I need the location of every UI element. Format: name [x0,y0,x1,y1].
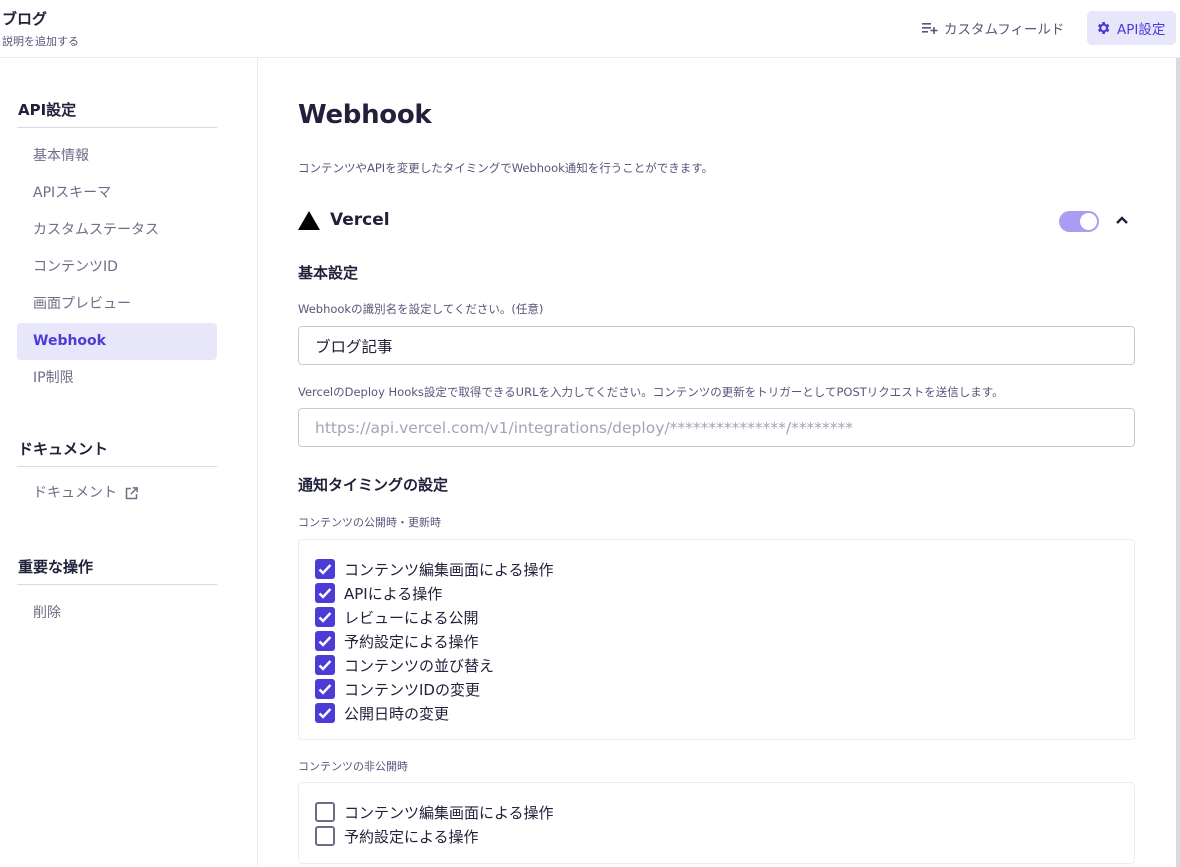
api-settings-button[interactable]: API設定 [1087,11,1176,45]
checkbox-row[interactable]: APIによる操作 [315,581,1118,605]
sidebar-section-docs: ドキュメント ドキュメント [17,431,217,512]
sidebar-heading-api: API設定 [17,92,217,128]
main-content: Webhook コンテンツやAPIを変更したタイミングでWebhook通知を行う… [258,58,1176,867]
deploy-url-label: VercelのDeploy Hooks設定で取得できるURLを入力してください。… [298,385,1004,399]
add-description-link[interactable]: 説明を追加する [2,33,79,49]
checkbox-label: 公開日時の変更 [344,704,450,723]
sidebar-item-label: IP制限 [33,370,74,386]
checkbox-row[interactable]: コンテンツ編集画面による操作 [315,557,1118,581]
sidebar-section-danger: 重要な操作 削除 [17,549,217,632]
checkbox-checked[interactable] [315,679,335,699]
app-title: ブログ [2,10,48,28]
checkbox-row[interactable]: 公開日時の変更 [315,701,1118,725]
page-title: Webhook [298,100,432,130]
sidebar-item-label: コンテンツID [33,259,118,275]
gear-icon [1098,22,1110,34]
checkbox-row[interactable]: 予約設定による操作 [315,629,1118,653]
checkbox-row[interactable]: コンテンツ編集画面による操作 [315,800,1118,824]
sidebar-item-screen-preview[interactable]: 画面プレビュー [17,286,217,323]
check-icon [318,564,332,575]
checkbox-unchecked[interactable] [315,826,335,846]
sidebar-item-label: 画面プレビュー [33,296,131,312]
checkbox-checked[interactable] [315,607,335,627]
checkbox-checked[interactable] [315,583,335,603]
sidebar-item-documents[interactable]: ドキュメント [17,475,217,512]
unpublish-timing-label: コンテンツの非公開時 [298,760,408,773]
checkbox-unchecked[interactable] [315,802,335,822]
checkbox-checked[interactable] [315,559,335,579]
external-link-icon [125,487,138,500]
sidebar-item-label: ドキュメント [33,485,117,501]
checkbox-label: 予約設定による操作 [344,632,479,651]
chevron-up-icon[interactable] [1115,215,1129,225]
playlist-add-icon [922,23,938,34]
checkbox-label: 予約設定による操作 [344,827,479,846]
check-icon [318,588,332,599]
checkbox-label: コンテンツの並び替え [344,656,495,675]
sidebar-item-custom-status[interactable]: カスタムステータス [17,212,217,249]
custom-field-button[interactable]: カスタムフィールド [914,11,1072,45]
sidebar: API設定 基本情報 APIスキーマ カスタムステータス コンテンツID 画面プ… [0,58,258,867]
checkbox-label: レビューによる公開 [344,608,479,627]
checkbox-label: コンテンツ編集画面による操作 [344,803,554,822]
sidebar-item-delete[interactable]: 削除 [17,595,217,632]
check-icon [318,612,332,623]
app-header: ブログ 説明を追加する カスタムフィールド API設定 [0,0,1180,58]
check-icon [318,708,332,719]
vercel-header: Vercel [298,210,390,230]
sidebar-heading-danger: 重要な操作 [17,549,217,585]
service-name: Vercel [330,210,390,230]
sidebar-item-webhook[interactable]: Webhook [17,323,217,360]
unpublish-options-box: コンテンツ編集画面による操作 予約設定による操作 [298,782,1135,864]
webhook-enable-toggle[interactable] [1059,211,1099,232]
sidebar-item-content-id[interactable]: コンテンツID [17,249,217,286]
sidebar-section-api: API設定 基本情報 APIスキーマ カスタムステータス コンテンツID 画面プ… [17,92,217,397]
page-description: コンテンツやAPIを変更したタイミングでWebhook通知を行うことができます。 [298,161,714,175]
sidebar-item-label: 基本情報 [33,148,89,164]
checkbox-row[interactable]: レビューによる公開 [315,605,1118,629]
checkbox-label: APIによる操作 [344,584,443,603]
checkbox-label: コンテンツ編集画面による操作 [344,560,554,579]
api-settings-label: API設定 [1117,22,1166,38]
main-scrollbar[interactable] [1176,58,1180,867]
checkbox-checked[interactable] [315,703,335,723]
check-icon [318,660,332,671]
publish-options-box: コンテンツ編集画面による操作 APIによる操作レビューによる公開 予約設定による操作… [298,539,1135,740]
check-icon [318,636,332,647]
sidebar-item-label: Webhook [33,333,106,349]
sidebar-heading-docs: ドキュメント [17,431,217,467]
sidebar-item-label: カスタムステータス [33,222,159,238]
custom-field-label: カスタムフィールド [944,22,1065,38]
publish-timing-label: コンテンツの公開時・更新時 [298,516,441,529]
basic-settings-heading: 基本設定 [298,264,359,282]
sidebar-item-api-schema[interactable]: APIスキーマ [17,175,217,212]
checkbox-checked[interactable] [315,655,335,675]
checkbox-checked[interactable] [315,631,335,651]
checkbox-row[interactable]: 予約設定による操作 [315,824,1118,848]
webhook-name-label: Webhookの識別名を設定してください。(任意) [298,302,544,316]
timing-heading: 通知タイミングの設定 [298,476,449,494]
deploy-url-input[interactable] [298,408,1135,447]
sidebar-item-label: APIスキーマ [33,185,112,201]
checkbox-row[interactable]: コンテンツIDの変更 [315,677,1118,701]
vercel-logo-icon [298,210,320,230]
checkbox-row[interactable]: コンテンツの並び替え [315,653,1118,677]
sidebar-item-label: 削除 [33,605,61,621]
check-icon [318,684,332,695]
checkbox-label: コンテンツIDの変更 [344,680,480,699]
toggle-knob [1080,213,1097,230]
sidebar-item-ip-restriction[interactable]: IP制限 [17,360,217,397]
sidebar-item-basic-info[interactable]: 基本情報 [17,138,217,175]
webhook-name-input[interactable] [298,326,1135,365]
